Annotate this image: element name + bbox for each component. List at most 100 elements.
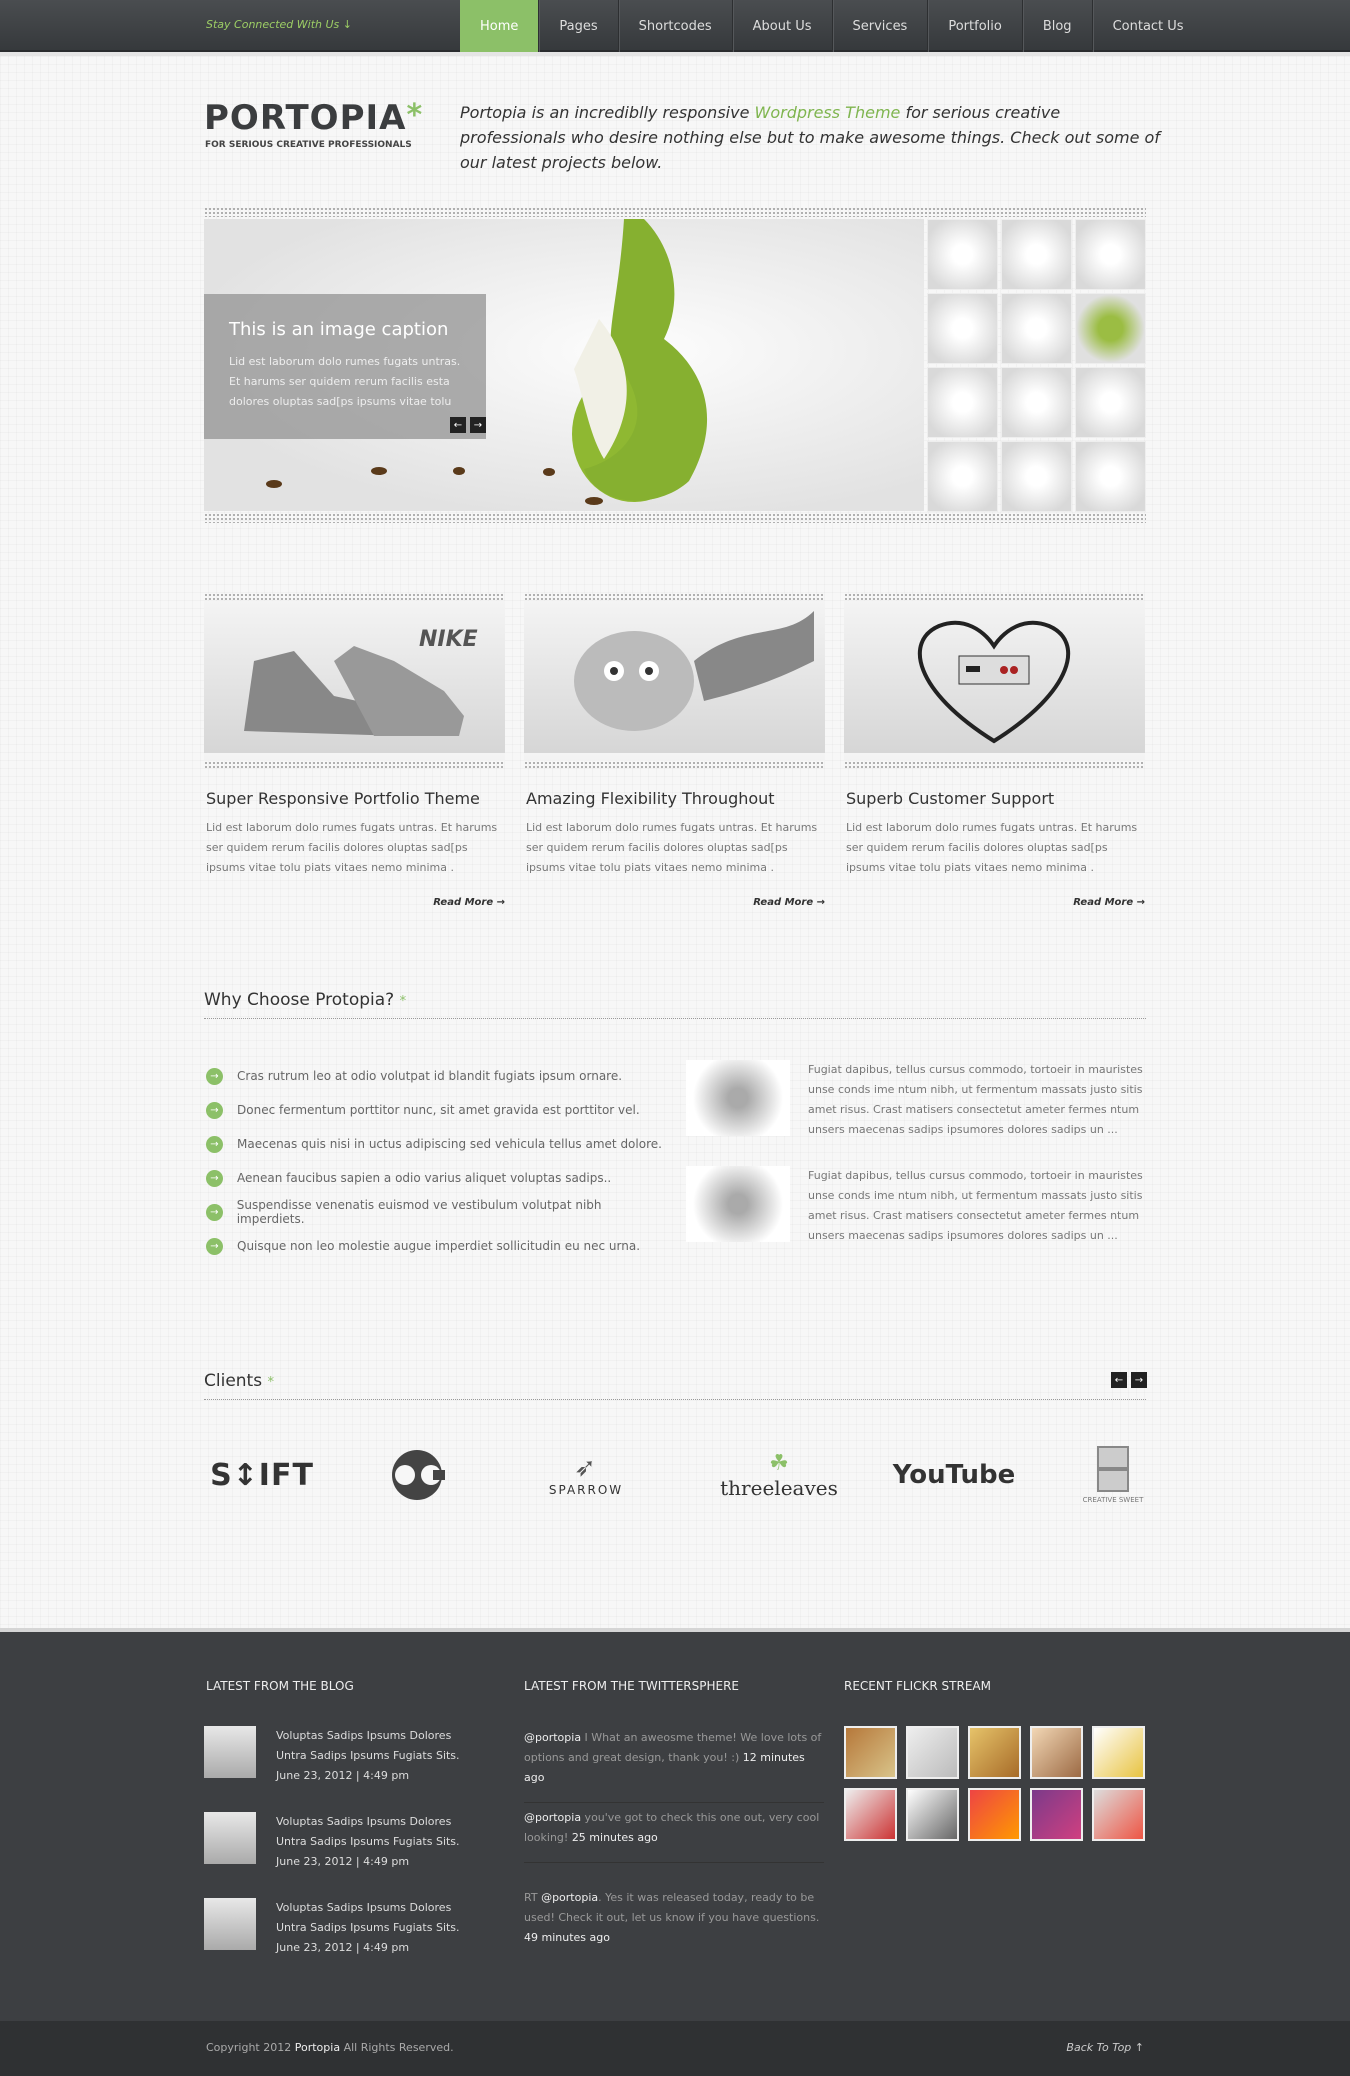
heading-asterisk: * [399,994,407,1009]
blog-post-thumbnail[interactable] [204,1726,256,1778]
blog-post-title[interactable]: Voluptas Sadips Ipsums Dolores Untra Sad… [276,1729,460,1762]
arrow-right-icon: → [206,1067,223,1085]
flickr-photo[interactable] [1030,1788,1083,1841]
why-block: Fugiat dapibus, tellus cursus commodo, t… [686,1166,1146,1246]
nav-home[interactable]: Home [460,0,539,52]
thumbnail-active[interactable] [1075,293,1146,364]
flickr-photo[interactable] [844,1788,897,1841]
blog-post-thumbnail[interactable] [204,1898,256,1950]
thumbnail[interactable] [927,367,998,438]
list-item: → Aenean faucibus sapien a odio varius al… [206,1161,666,1195]
footer-blog-title: LATEST FROM THE BLOG [206,1679,354,1693]
thumbnail[interactable] [927,219,998,290]
site-logo[interactable]: PORTOPIA* [204,98,423,138]
thumbnail[interactable] [1001,441,1072,512]
flickr-photo[interactable] [968,1726,1021,1779]
flickr-photo[interactable] [968,1788,1021,1841]
read-more-link[interactable]: Read More → [433,897,505,908]
thumbnail[interactable] [1001,367,1072,438]
feature-image-controller[interactable] [844,601,1145,761]
client-logo-shift[interactable]: S↕IFT [204,1440,320,1510]
feature-title[interactable]: Super Responsive Portfolio Theme [206,789,503,808]
clover-icon: ☘ [769,1450,789,1476]
client-logo-creative-sweet[interactable]: CREATIVE SWEET [1078,1440,1148,1510]
footer-twitter-title: LATEST FROM THE TWITTERSPHERE [524,1679,739,1693]
tweet-user[interactable]: @portopia [541,1891,598,1904]
clients-prev-button[interactable]: ← [1111,1372,1127,1388]
caption-text: Lid est laborum dolo rumes fugats untras… [229,355,461,408]
list-item-text: Maecenas quis nisi in uctus adipiscing s… [237,1137,662,1151]
tweet-time: 25 minutes ago [571,1831,658,1844]
why-choose-title: Why Choose Protopia? [204,990,395,1010]
feature-card: Superb Customer Support Lid est laborum … [844,593,1145,908]
nav-services[interactable]: Services [831,0,928,52]
top-bar: Stay Connected With Us ↓ Home Pages Shor… [0,0,1350,56]
thumbnail[interactable] [1075,219,1146,290]
list-item-text: Aenean faucibus sapien a odio varius ali… [237,1171,612,1185]
slide-next-button[interactable]: → [470,417,486,433]
feature-image-sneaker[interactable]: NIKE [204,601,505,761]
tweet-prefix: RT [524,1891,542,1904]
blog-post-thumbnail[interactable] [204,1812,256,1864]
blog-post: Voluptas Sadips Ipsums Dolores Untra Sad… [204,1898,474,1984]
feature-image-splash[interactable] [524,601,825,761]
back-to-top-link[interactable]: Back To Top ↑ [1066,2041,1144,2054]
nav-about-us[interactable]: About Us [731,0,832,52]
flickr-photo[interactable] [1030,1726,1083,1779]
clients-next-button[interactable]: → [1131,1372,1147,1388]
flickr-photo[interactable] [844,1726,897,1779]
thumbnail[interactable] [1075,441,1146,512]
thumbnail[interactable] [1001,219,1072,290]
footer-flickr-title: RECENT FLICKR STREAM [844,1679,991,1693]
copyright-brand-link[interactable]: Portopia [295,2041,340,2054]
tweet-time: 49 minutes ago [524,1931,610,1944]
why-block-text: Fugiat dapibus, tellus cursus commodo, t… [808,1169,1143,1242]
client-logo-oc[interactable]: OC [372,1440,462,1510]
blog-post-info: Voluptas Sadips Ipsums Dolores Untra Sad… [276,1898,476,1958]
tweet-user[interactable]: @portopia [524,1731,581,1744]
feature-title[interactable]: Amazing Flexibility Throughout [526,789,823,808]
blog-post-date: June 23, 2012 | 4:49 pm [276,1855,410,1868]
feature-top-border [524,593,825,601]
flickr-photo[interactable] [906,1726,959,1779]
flickr-photo[interactable] [906,1788,959,1841]
feature-title[interactable]: Superb Customer Support [846,789,1143,808]
nav-contact-us[interactable]: Contact Us [1091,0,1204,52]
main-nav: Home Pages Shortcodes About Us Services … [460,0,1204,52]
arrow-right-icon: → [206,1169,223,1187]
list-item: → Suspendisse venenatis euismod ve vestib… [206,1195,666,1229]
splash-monster-icon [574,611,814,731]
blog-post-title[interactable]: Voluptas Sadips Ipsums Dolores Untra Sad… [276,1815,460,1848]
client-logo-threeleaves[interactable]: ☘ threeleaves [716,1440,842,1510]
nav-shortcodes[interactable]: Shortcodes [617,0,732,52]
tweet-user[interactable]: @portopia [524,1811,581,1824]
read-more-link[interactable]: Read More → [1073,897,1145,908]
stay-connected-link[interactable]: Stay Connected With Us ↓ [206,18,352,31]
thumbnail[interactable] [927,441,998,512]
why-block-image[interactable] [686,1166,790,1242]
thumbnail[interactable] [927,293,998,364]
why-block-image[interactable] [686,1060,790,1136]
thumbnail[interactable] [1001,293,1072,364]
list-item-text: Suspendisse venenatis euismod ve vestibu… [236,1198,602,1226]
sparrow-text: SPARROW [548,1483,624,1497]
nav-blog[interactable]: Blog [1021,0,1092,52]
creative-sweet-text: CREATIVE SWEET [1082,1496,1144,1504]
nav-portfolio[interactable]: Portfolio [927,0,1021,52]
footer: LATEST FROM THE BLOG LATEST FROM THE TWI… [0,1628,1350,2021]
image-slider: This is an image caption Lid est laborum… [204,207,1146,523]
feature-text: Lid est laborum dolo rumes fugats untras… [206,821,498,874]
blog-post-title[interactable]: Voluptas Sadips Ipsums Dolores Untra Sad… [276,1901,460,1934]
client-logo-youtube[interactable]: YouTube [893,1440,1015,1510]
intro-part-a: Portopia is an incrediblly responsive [460,103,755,122]
site-tagline: FOR SERIOUS CREATIVE PROFESSIONALS [205,140,412,150]
read-more-link[interactable]: Read More → [753,897,825,908]
nav-pages[interactable]: Pages [538,0,617,52]
wordpress-theme-link[interactable]: Wordpress Theme [755,103,901,122]
flickr-photo[interactable] [1092,1726,1145,1779]
flickr-photo[interactable] [1092,1788,1145,1841]
why-choose-heading: Why Choose Protopia? * [204,990,1146,1019]
client-logo-sparrow[interactable]: ➶ SPARROW [536,1440,636,1510]
slide-prev-button[interactable]: ← [450,417,466,433]
thumbnail[interactable] [1075,367,1146,438]
